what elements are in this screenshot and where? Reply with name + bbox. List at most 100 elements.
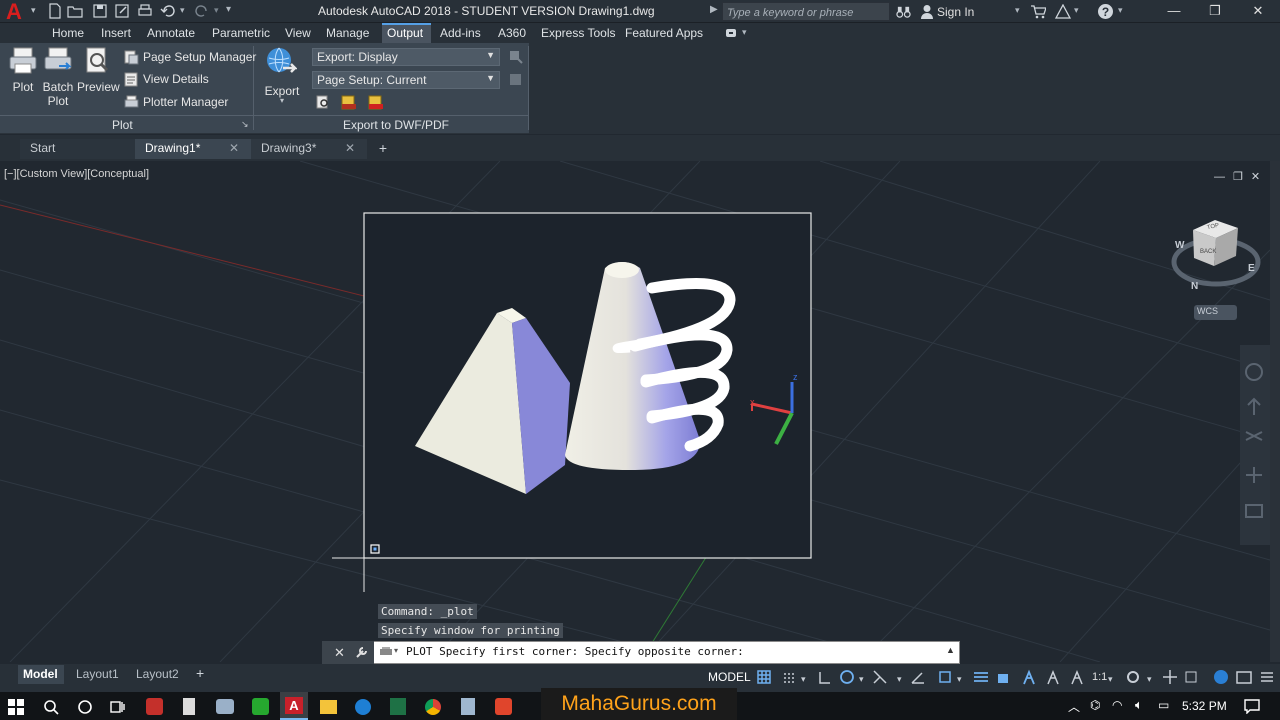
export-display-select[interactable]: Export: Display ▼: [312, 48, 500, 66]
action-center-icon[interactable]: [1244, 698, 1260, 714]
batch-plot-button[interactable]: Batch Plot: [41, 46, 75, 112]
calculator-app-icon[interactable]: [183, 698, 195, 715]
tab-express-tools[interactable]: Express Tools: [541, 26, 615, 40]
drawing3-tab[interactable]: Drawing3* ✕: [251, 139, 367, 159]
battery-icon[interactable]: ▭: [1158, 698, 1169, 712]
plot-button[interactable]: Plot: [6, 46, 40, 98]
help-dropdown-icon[interactable]: ▾: [1118, 5, 1123, 16]
chrome-browser-icon[interactable]: [425, 699, 441, 715]
annotation-scale-button[interactable]: 1:1: [1092, 671, 1107, 683]
command-input-prompt[interactable]: PLOT Specify first corner: Specify oppos…: [406, 645, 744, 658]
recent-commands-dropdown-icon[interactable]: ▾: [394, 646, 398, 655]
open-folder-icon[interactable]: [67, 3, 83, 19]
search-expand-icon[interactable]: ▶: [710, 4, 718, 15]
undo-icon[interactable]: [160, 3, 176, 19]
redo-icon[interactable]: [194, 3, 210, 19]
page-setup-manager-button[interactable]: Page Setup Manager: [124, 49, 256, 67]
command-history-expand-icon[interactable]: ▲: [946, 645, 955, 655]
viewport-controls-label[interactable]: [−][Custom View][Conceptual]: [4, 168, 149, 180]
model-layout-tab[interactable]: Model: [18, 665, 64, 684]
wifi-icon[interactable]: ◠: [1112, 698, 1122, 712]
start-tab[interactable]: Start: [20, 139, 135, 159]
close-command-line-icon[interactable]: ✕: [334, 645, 345, 661]
minimize-ribbon-icon[interactable]: [726, 28, 740, 38]
restore-window-button[interactable]: ❐: [1192, 0, 1238, 23]
save-as-icon[interactable]: [114, 3, 130, 19]
tab-a360[interactable]: A360: [498, 26, 526, 40]
close-icon[interactable]: ✕: [229, 141, 239, 155]
task-view-icon[interactable]: [110, 699, 126, 715]
help-search-box[interactable]: [722, 2, 890, 22]
tab-parametric[interactable]: Parametric: [212, 26, 270, 40]
wrench-icon[interactable]: [355, 646, 368, 659]
binoculars-icon[interactable]: [896, 4, 911, 19]
tab-annotate[interactable]: Annotate: [147, 26, 195, 40]
notepad-app-icon[interactable]: [461, 698, 475, 715]
layout1-tab[interactable]: Layout1: [76, 667, 119, 681]
wcs-menu-button[interactable]: WCS: [1197, 306, 1218, 316]
viewport-window-controls[interactable]: —❐✕: [1214, 170, 1268, 183]
close-icon[interactable]: ✕: [345, 141, 355, 155]
page-setup-options-icon[interactable]: [508, 72, 523, 87]
plotter-manager-button[interactable]: Plotter Manager: [124, 94, 250, 112]
ribbon-options-dropdown-icon[interactable]: ▾: [742, 27, 747, 38]
save-icon[interactable]: [92, 3, 108, 19]
taskbar-clock[interactable]: 5:32 PM: [1182, 699, 1227, 713]
application-menu-button[interactable]: A ▾: [0, 0, 40, 24]
tab-add-ins[interactable]: Add-ins: [440, 26, 481, 40]
windows-start-icon[interactable]: [8, 699, 24, 715]
network-icon[interactable]: ⌬: [1090, 698, 1100, 712]
drawing-viewport[interactable]: x z: [0, 161, 1270, 662]
help-icon[interactable]: ?: [1097, 3, 1114, 20]
view-details-button[interactable]: View Details: [124, 71, 250, 89]
autodesk-app-store-icon[interactable]: [1030, 4, 1046, 19]
viewport-scrollbar[interactable]: [1270, 161, 1280, 662]
new-layout-button[interactable]: +: [196, 665, 204, 681]
stay-connected-icon[interactable]: [1055, 4, 1071, 19]
customize-qat-icon[interactable]: ▾: [226, 4, 231, 15]
undo-dropdown-icon[interactable]: ▾: [180, 5, 185, 16]
autocad-taskbar-button[interactable]: A: [280, 692, 308, 720]
search-icon[interactable]: [43, 699, 59, 715]
excel-app-icon[interactable]: [390, 698, 406, 715]
preview-export-icon[interactable]: [316, 95, 331, 110]
dwfx-icon[interactable]: [341, 95, 357, 110]
export-button[interactable]: Export ▾: [262, 46, 302, 106]
tab-insert[interactable]: Insert: [101, 26, 131, 40]
export-options-icon[interactable]: [508, 49, 523, 64]
tab-view[interactable]: View: [285, 26, 311, 40]
recorder-app-icon[interactable]: [495, 698, 512, 715]
model-space-toggle[interactable]: MODEL: [708, 670, 751, 684]
file-explorer-icon[interactable]: [320, 700, 337, 714]
teamviewer-icon[interactable]: [355, 699, 371, 715]
page-setup-select[interactable]: Page Setup: Current ▼: [312, 71, 500, 89]
search-input[interactable]: [723, 4, 889, 22]
recent-commands-icon[interactable]: [379, 646, 393, 658]
new-drawing-tab-button[interactable]: +: [373, 140, 393, 158]
user-icon[interactable]: [920, 4, 934, 19]
tray-expand-icon[interactable]: ︿: [1068, 698, 1080, 715]
drawing1-tab[interactable]: Drawing1* ✕: [135, 139, 251, 159]
tab-featured-apps[interactable]: Featured Apps: [625, 26, 703, 40]
connect-dropdown-icon[interactable]: ▾: [1074, 5, 1079, 16]
close-window-button[interactable]: ✕: [1235, 0, 1280, 23]
camtasia-app-icon[interactable]: [252, 698, 269, 715]
preview-button[interactable]: Preview: [77, 46, 120, 98]
tab-output[interactable]: Output: [387, 26, 423, 40]
cortana-icon[interactable]: [77, 699, 93, 715]
tab-home[interactable]: Home: [52, 26, 84, 40]
viewcube-back-label[interactable]: BACK: [1200, 249, 1216, 255]
photos-app-icon[interactable]: [216, 699, 234, 714]
tab-manage[interactable]: Manage: [326, 26, 369, 40]
print-icon[interactable]: [137, 3, 153, 19]
plot-dialog-launcher-icon[interactable]: ↘: [241, 119, 249, 130]
sign-in-dropdown-icon[interactable]: ▾: [1015, 5, 1020, 16]
pdf-icon[interactable]: [368, 95, 384, 110]
powerpoint-app-icon[interactable]: [146, 698, 163, 715]
new-file-icon[interactable]: [47, 3, 63, 19]
redo-dropdown-icon[interactable]: ▾: [214, 5, 219, 16]
minimize-window-button[interactable]: —: [1151, 0, 1197, 23]
volume-icon[interactable]: 🔈︎: [1135, 697, 1143, 713]
layout2-tab[interactable]: Layout2: [136, 667, 179, 681]
sign-in-button[interactable]: Sign In: [937, 5, 974, 19]
